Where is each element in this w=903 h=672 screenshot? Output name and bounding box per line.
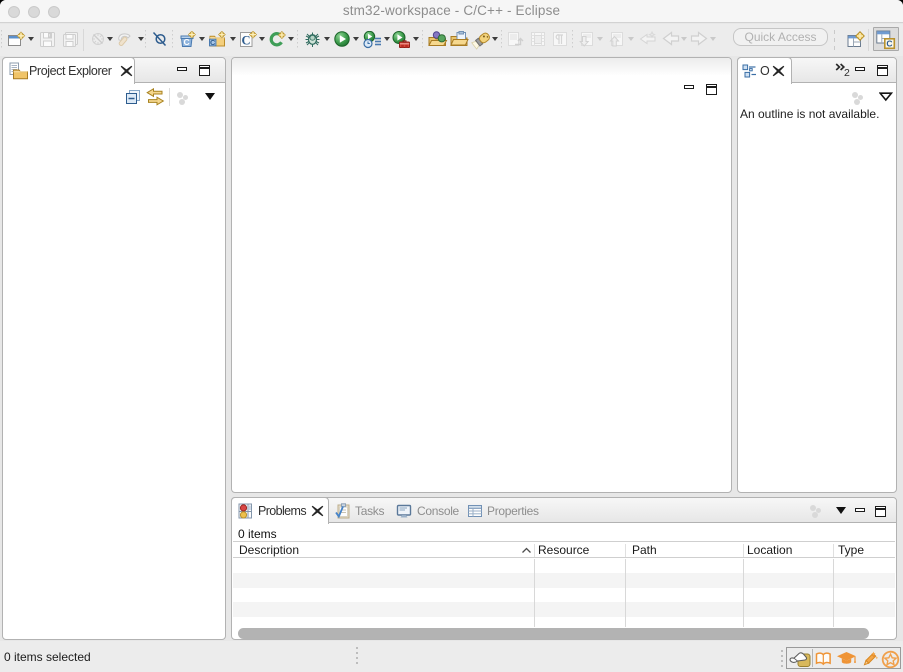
- svg-text:C: C: [184, 37, 190, 47]
- svg-text:C: C: [241, 34, 250, 48]
- svg-text:C: C: [886, 38, 892, 48]
- svg-text:C: C: [210, 38, 216, 47]
